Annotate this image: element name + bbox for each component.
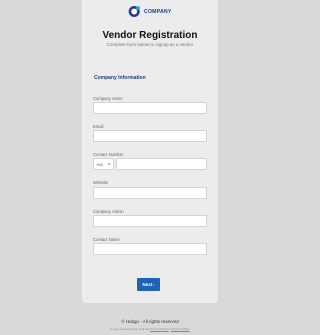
- email-input[interactable]: [93, 130, 207, 142]
- page-subtitle: Complete form below to signup as a vendo…: [106, 42, 194, 47]
- terms-link[interactable]: Terms Of Use: [150, 327, 168, 331]
- section-title: Company Information: [94, 75, 146, 81]
- privacy-link[interactable]: Privacy Policy: [171, 327, 190, 331]
- arrow-right-icon: ›: [153, 281, 155, 287]
- contact-name-label: Contact Name: [93, 237, 120, 242]
- contact-name-input[interactable]: [93, 243, 207, 255]
- company-name-label: Company name: [93, 96, 123, 101]
- next-button[interactable]: Next ›: [137, 278, 160, 291]
- country-code-value: +63: [96, 161, 103, 167]
- logo-text: COMPANY: [144, 8, 172, 15]
- page-title: Vendor Registration: [102, 30, 198, 41]
- company-logo: COMPANY: [128, 5, 172, 18]
- chevron-down-icon: [107, 163, 111, 165]
- next-button-label: Next: [142, 282, 153, 287]
- footer-copyright: © Hubgo - All rights reserved: [121, 319, 179, 324]
- company-admin-input[interactable]: [93, 215, 207, 227]
- email-label: Email: [93, 124, 104, 129]
- contact-number-input[interactable]: [116, 158, 207, 170]
- company-admin-label: Company Admin: [93, 209, 124, 214]
- page: COMPANY Vendor Registration Complete for…: [0, 0, 300, 335]
- company-logo-icon: [128, 5, 140, 18]
- company-name-input[interactable]: [93, 102, 207, 114]
- website-label: Website: [93, 180, 109, 185]
- footer-legal: If you need any help, visit our Terms Of…: [0, 327, 300, 331]
- registration-card: COMPANY Vendor Registration Complete for…: [82, 0, 218, 303]
- country-code-select[interactable]: +63: [93, 158, 114, 170]
- footer-legal-prefix: If you need any help, visit our: [110, 327, 150, 331]
- website-input[interactable]: [93, 187, 207, 199]
- contact-number-label: Contact Number: [93, 152, 124, 157]
